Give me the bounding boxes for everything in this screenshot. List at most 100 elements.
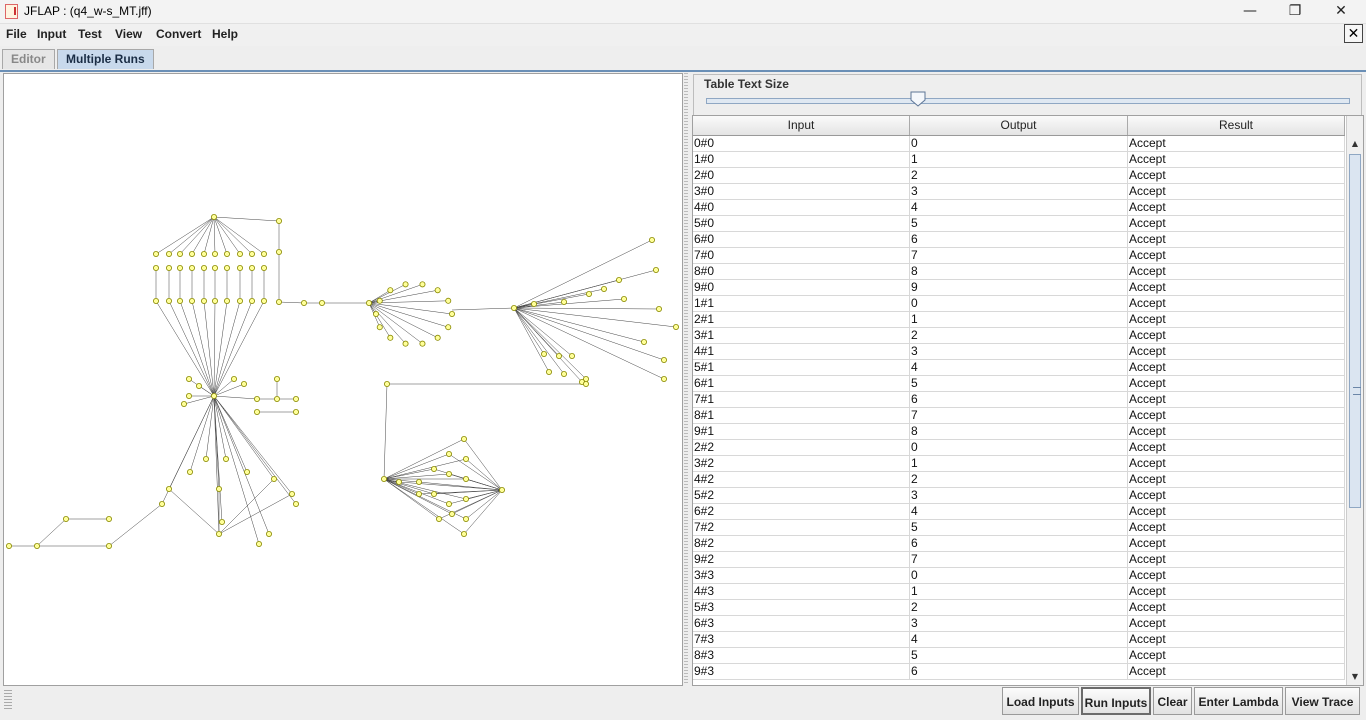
cell-output[interactable]: 7 — [910, 552, 1128, 567]
state-node[interactable] — [176, 264, 183, 271]
state-node[interactable] — [460, 530, 467, 537]
state-node[interactable] — [656, 305, 663, 312]
cell-input[interactable]: 6#2 — [693, 504, 910, 519]
state-node[interactable] — [434, 334, 441, 341]
maximize-icon[interactable]: ❐ — [1272, 0, 1318, 23]
state-node[interactable] — [260, 297, 267, 304]
state-node[interactable] — [673, 323, 680, 330]
state-node[interactable] — [176, 250, 183, 257]
state-node[interactable] — [430, 490, 437, 497]
state-node[interactable] — [445, 297, 452, 304]
state-node[interactable] — [223, 297, 230, 304]
cell-output[interactable]: 8 — [910, 264, 1128, 279]
state-node[interactable] — [434, 287, 441, 294]
state-node[interactable] — [243, 468, 250, 475]
state-node[interactable] — [376, 297, 383, 304]
state-node[interactable] — [462, 495, 469, 502]
cell-result[interactable]: Accept — [1128, 648, 1345, 663]
cell-result[interactable]: Accept — [1128, 632, 1345, 647]
table-row[interactable]: 8#3 5 Accept — [693, 648, 1345, 664]
cell-input[interactable]: 0#0 — [693, 136, 910, 151]
table-text-size-slider[interactable] — [706, 98, 1350, 104]
cell-result[interactable]: Accept — [1128, 200, 1345, 215]
state-node[interactable] — [288, 490, 295, 497]
state-node[interactable] — [152, 297, 159, 304]
cell-input[interactable]: 3#2 — [693, 456, 910, 471]
state-node[interactable] — [253, 395, 260, 402]
cell-output[interactable]: 4 — [910, 360, 1128, 375]
cell-output[interactable]: 8 — [910, 424, 1128, 439]
cell-input[interactable]: 3#0 — [693, 184, 910, 199]
state-node[interactable] — [292, 395, 299, 402]
minimize-icon[interactable]: — — [1227, 0, 1273, 23]
cell-input[interactable]: 5#3 — [693, 600, 910, 615]
cell-input[interactable]: 7#3 — [693, 632, 910, 647]
table-row[interactable]: 0#0 0 Accept — [693, 136, 1345, 152]
state-node[interactable] — [211, 250, 218, 257]
state-node[interactable] — [215, 485, 222, 492]
cell-output[interactable]: 6 — [910, 664, 1128, 679]
table-row[interactable]: 5#1 4 Accept — [693, 360, 1345, 376]
state-node[interactable] — [292, 500, 299, 507]
state-node[interactable] — [63, 515, 70, 522]
state-node[interactable] — [419, 281, 426, 288]
state-node[interactable] — [275, 298, 282, 305]
state-node[interactable] — [106, 515, 113, 522]
state-node[interactable] — [435, 515, 442, 522]
table-row[interactable]: 8#1 7 Accept — [693, 408, 1345, 424]
cell-result[interactable]: Accept — [1128, 296, 1345, 311]
state-node[interactable] — [270, 475, 277, 482]
cell-output[interactable]: 2 — [910, 328, 1128, 343]
state-node[interactable] — [273, 395, 280, 402]
cell-result[interactable]: Accept — [1128, 392, 1345, 407]
cell-output[interactable]: 5 — [910, 376, 1128, 391]
cell-input[interactable]: 1#0 — [693, 152, 910, 167]
table-row[interactable]: 2#2 0 Accept — [693, 440, 1345, 456]
cell-result[interactable]: Accept — [1128, 600, 1345, 615]
state-node[interactable] — [460, 435, 467, 442]
cell-result[interactable]: Accept — [1128, 344, 1345, 359]
state-node[interactable] — [498, 486, 505, 493]
state-node[interactable] — [200, 250, 207, 257]
cell-result[interactable]: Accept — [1128, 488, 1345, 503]
cell-output[interactable]: 6 — [910, 536, 1128, 551]
state-node[interactable] — [462, 455, 469, 462]
cell-output[interactable]: 4 — [910, 632, 1128, 647]
table-row[interactable]: 7#1 6 Accept — [693, 392, 1345, 408]
cell-output[interactable]: 4 — [910, 504, 1128, 519]
table-row[interactable]: 3#2 1 Accept — [693, 456, 1345, 472]
table-row[interactable]: 5#0 5 Accept — [693, 216, 1345, 232]
state-node[interactable] — [186, 468, 193, 475]
cell-result[interactable]: Accept — [1128, 568, 1345, 583]
state-node[interactable] — [200, 297, 207, 304]
cell-input[interactable]: 4#1 — [693, 344, 910, 359]
cell-output[interactable]: 0 — [910, 440, 1128, 455]
state-node[interactable] — [273, 375, 280, 382]
cell-input[interactable]: 1#1 — [693, 296, 910, 311]
state-node[interactable] — [445, 450, 452, 457]
state-node[interactable] — [586, 290, 593, 297]
cell-input[interactable]: 2#1 — [693, 312, 910, 327]
state-node[interactable] — [387, 287, 394, 294]
state-node[interactable] — [445, 470, 452, 477]
menu-test[interactable]: Test — [78, 27, 102, 41]
state-node[interactable] — [152, 264, 159, 271]
state-node[interactable] — [236, 264, 243, 271]
state-node[interactable] — [248, 297, 255, 304]
state-node[interactable] — [445, 324, 452, 331]
table-row[interactable]: 5#3 2 Accept — [693, 600, 1345, 616]
cell-input[interactable]: 5#2 — [693, 488, 910, 503]
cell-output[interactable]: 5 — [910, 216, 1128, 231]
column-header-result[interactable]: Result — [1128, 116, 1345, 135]
cell-input[interactable]: 6#3 — [693, 616, 910, 631]
automaton-canvas[interactable] — [3, 73, 683, 686]
state-node[interactable] — [376, 324, 383, 331]
table-row[interactable]: 5#2 3 Accept — [693, 488, 1345, 504]
tab-multiple-runs[interactable]: Multiple Runs — [57, 49, 154, 69]
state-node[interactable] — [265, 530, 272, 537]
table-row[interactable]: 8#2 6 Accept — [693, 536, 1345, 552]
scroll-up-icon[interactable]: ▲ — [1347, 136, 1363, 152]
state-node[interactable] — [541, 350, 548, 357]
state-node[interactable] — [185, 375, 192, 382]
cell-result[interactable]: Accept — [1128, 232, 1345, 247]
